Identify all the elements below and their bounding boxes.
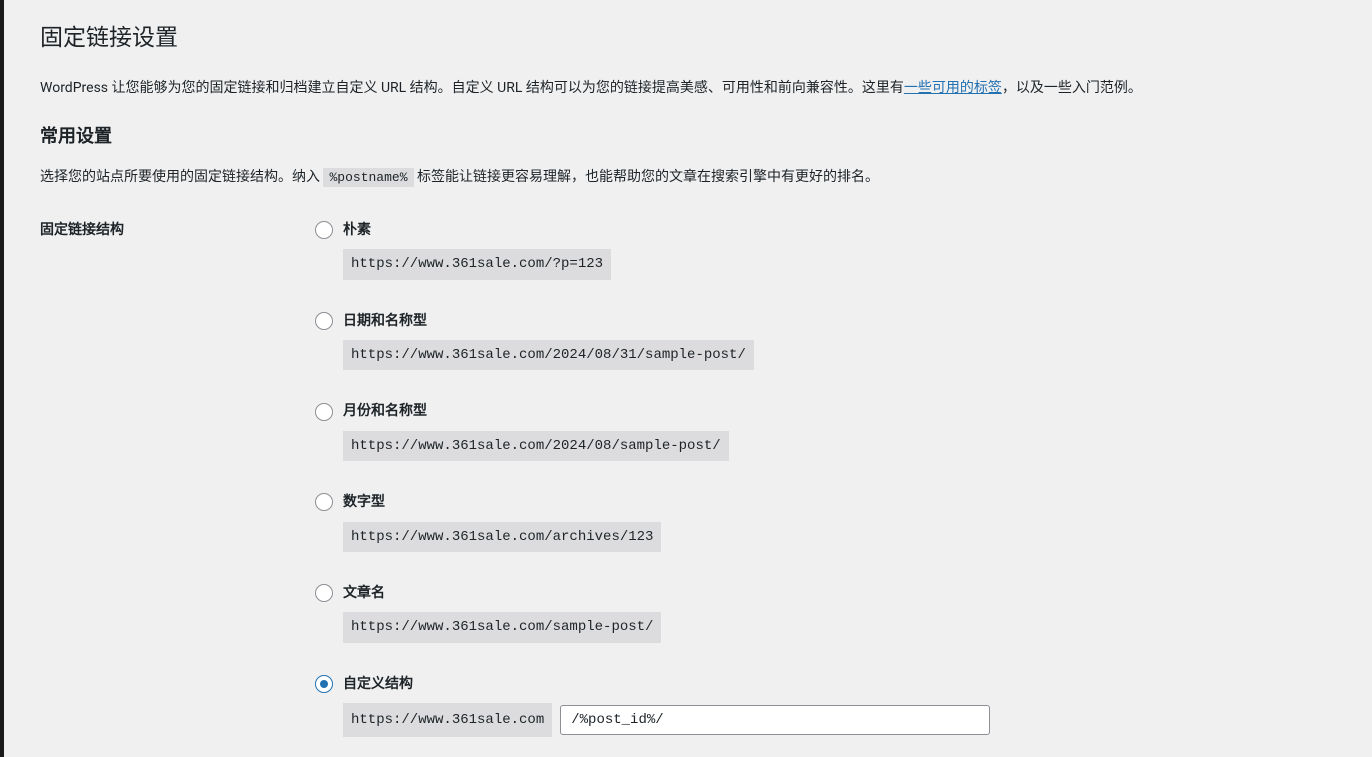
example-plain: https://www.361sale.com/?p=123: [343, 249, 611, 279]
intro-paragraph: WordPress 让您能够为您的固定链接和归档建立自定义 URL 结构。自定义…: [40, 77, 1336, 99]
example-post-name: https://www.361sale.com/sample-post/: [343, 612, 661, 642]
option-day-name: 日期和名称型 https://www.361sale.com/2024/08/3…: [315, 310, 1336, 371]
permalink-options: 朴素 https://www.361sale.com/?p=123 日期和名称型…: [315, 219, 1336, 738]
desc-post: 标签能让链接更容易理解，也能帮助您的文章在搜索引擎中有更好的排名。: [414, 169, 879, 185]
intro-text-pre: WordPress 让您能够为您的固定链接和归档建立自定义 URL 结构。自定义…: [40, 80, 904, 96]
radio-custom[interactable]: [315, 675, 333, 693]
page-title: 固定链接设置: [40, 20, 1336, 57]
radio-month-name[interactable]: [315, 403, 333, 421]
example-month-name: https://www.361sale.com/2024/08/sample-p…: [343, 431, 729, 461]
option-numeric: 数字型 https://www.361sale.com/archives/123: [315, 491, 1336, 552]
radio-post-name[interactable]: [315, 584, 333, 602]
radio-plain[interactable]: [315, 221, 333, 239]
label-day-name[interactable]: 日期和名称型: [343, 310, 427, 332]
permalink-structure-form: 固定链接结构 朴素 https://www.361sale.com/?p=123…: [40, 219, 1336, 738]
option-custom: 自定义结构 https://www.361sale.com: [315, 673, 1336, 738]
label-numeric[interactable]: 数字型: [343, 491, 385, 513]
available-tags-link[interactable]: 一些可用的标签: [904, 80, 1002, 96]
example-day-name: https://www.361sale.com/2024/08/31/sampl…: [343, 340, 754, 370]
intro-text-post: ，以及一些入门范例。: [1002, 80, 1142, 96]
common-settings-desc: 选择您的站点所要使用的固定链接结构。纳入 %postname% 标签能让链接更容…: [40, 166, 1336, 189]
common-settings-heading: 常用设置: [40, 123, 1336, 152]
custom-url-prefix: https://www.361sale.com: [343, 703, 552, 737]
radio-day-name[interactable]: [315, 312, 333, 330]
custom-structure-input[interactable]: [560, 705, 990, 735]
label-plain[interactable]: 朴素: [343, 219, 371, 241]
radio-numeric[interactable]: [315, 493, 333, 511]
label-custom[interactable]: 自定义结构: [343, 673, 413, 695]
example-numeric: https://www.361sale.com/archives/123: [343, 522, 661, 552]
option-month-name: 月份和名称型 https://www.361sale.com/2024/08/s…: [315, 400, 1336, 461]
label-post-name[interactable]: 文章名: [343, 582, 385, 604]
option-post-name: 文章名 https://www.361sale.com/sample-post/: [315, 582, 1336, 643]
permalink-structure-label: 固定链接结构: [40, 219, 315, 241]
label-month-name[interactable]: 月份和名称型: [343, 400, 427, 422]
option-plain: 朴素 https://www.361sale.com/?p=123: [315, 219, 1336, 280]
desc-pre: 选择您的站点所要使用的固定链接结构。纳入: [40, 169, 323, 185]
postname-tag-code: %postname%: [323, 168, 413, 187]
